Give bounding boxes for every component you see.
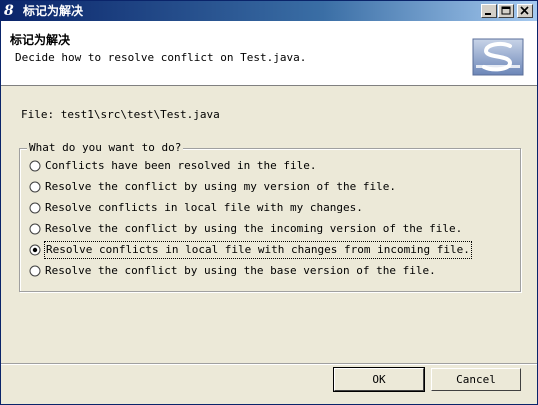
- radio-label: Resolve conflicts in local file with cha…: [44, 241, 472, 259]
- radio-unchecked-icon[interactable]: [29, 223, 41, 235]
- radio-unchecked-icon[interactable]: [29, 265, 41, 277]
- cancel-button[interactable]: Cancel: [431, 368, 521, 391]
- radio-label: Resolve the conflict by using the base v…: [45, 264, 436, 277]
- radio-label: Conflicts have been resolved in the file…: [45, 159, 317, 172]
- subversion-logo: [472, 38, 524, 76]
- ok-button[interactable]: OK: [333, 367, 425, 392]
- dialog-window: 8 标记为解决 标记为解决 Decide how to resolve conf…: [0, 0, 538, 405]
- maximize-button[interactable]: [498, 4, 514, 18]
- header-message: Decide how to resolve conflict on Test.j…: [15, 51, 307, 64]
- radio-label: Resolve the conflict by using my version…: [45, 180, 396, 193]
- radio-label: Resolve the conflict by using the incomi…: [45, 222, 463, 235]
- header-title: 标记为解决: [10, 33, 71, 47]
- radio-checked-icon[interactable]: [29, 244, 41, 256]
- minimize-button[interactable]: [481, 4, 497, 18]
- file-path-row: File: test1\src\test\Test.java: [21, 108, 220, 121]
- close-button[interactable]: [517, 4, 533, 18]
- title-bar[interactable]: 8 标记为解决: [1, 1, 537, 21]
- eclipse-e-icon: 8: [4, 3, 14, 19]
- window-title: 标记为解决: [23, 4, 84, 18]
- radio-unchecked-icon[interactable]: [29, 181, 41, 193]
- divider: [1, 364, 537, 365]
- radio-unchecked-icon[interactable]: [29, 202, 41, 214]
- file-path: test1\src\test\Test.java: [60, 108, 220, 121]
- options-legend: What do you want to do?: [27, 141, 184, 154]
- dialog-header: 标记为解决 Decide how to resolve conflict on …: [1, 21, 537, 86]
- minimize-icon: [485, 13, 491, 15]
- radio-unchecked-icon[interactable]: [29, 160, 41, 172]
- maximize-icon: [501, 6, 511, 15]
- file-label: File:: [21, 108, 55, 121]
- radio-label: Resolve conflicts in local file with my …: [45, 201, 363, 214]
- close-icon: [520, 6, 529, 15]
